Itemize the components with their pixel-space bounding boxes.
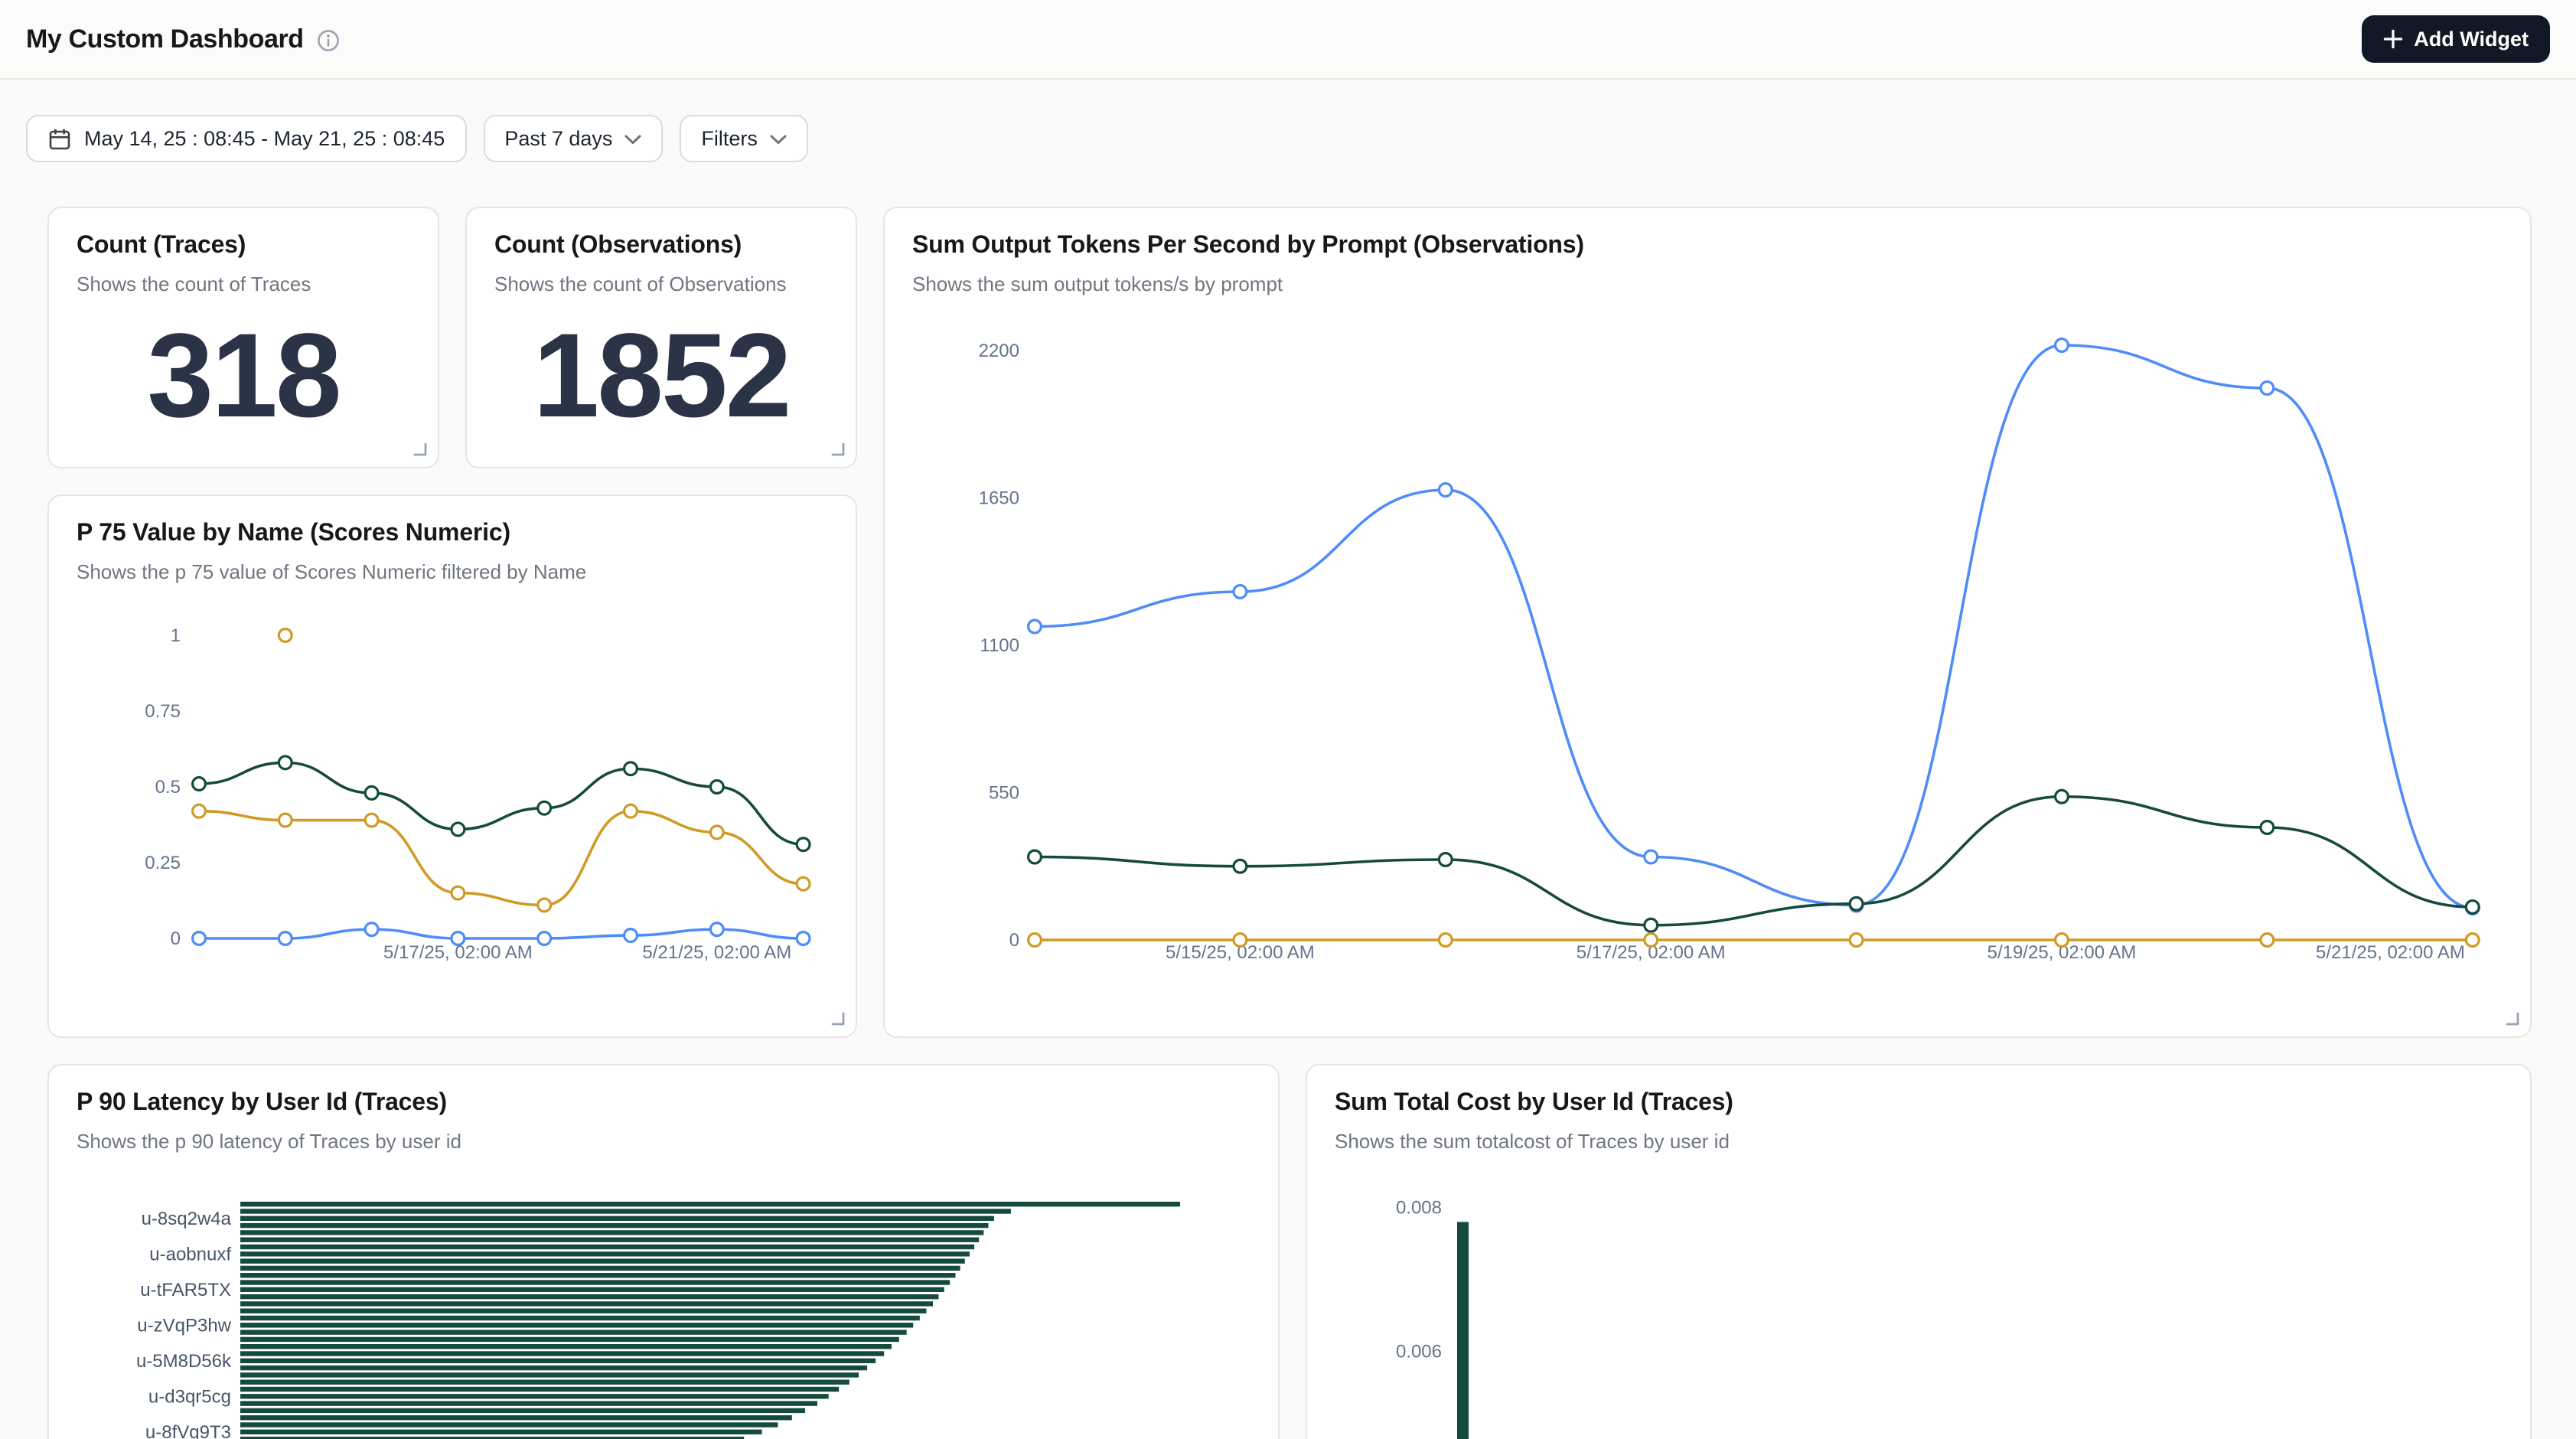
widget-count-observations: Count (Observations) Shows the count of … — [465, 207, 857, 468]
info-icon[interactable] — [318, 29, 341, 52]
widget-title: Count (Observations) — [494, 233, 828, 260]
date-preset-label: Past 7 days — [504, 127, 612, 150]
widget-count-traces: Count (Traces) Shows the count of Traces… — [47, 207, 439, 468]
svg-text:0.008: 0.008 — [1396, 1198, 1442, 1219]
header: My Custom Dashboard Add Widget — [0, 0, 2576, 80]
toolbar: May 14, 25 : 08:45 - May 21, 25 : 08:45 … — [26, 115, 2550, 162]
chevron-down-icon — [770, 135, 787, 145]
widget-subtitle: Shows the count of Observations — [494, 272, 828, 295]
svg-text:5/21/25, 02:00 AM: 5/21/25, 02:00 AM — [2316, 942, 2465, 963]
widget-title: Count (Traces) — [77, 233, 410, 260]
widget-subtitle: Shows the p 75 value of Scores Numeric f… — [77, 560, 828, 583]
svg-text:1100: 1100 — [980, 635, 1019, 656]
resize-handle-icon[interactable] — [2506, 1012, 2519, 1026]
widgets-row-2: u-8sq2w4a u-aobnuxf u-tFAR5TX u-zVqP3hw u-5M… — [47, 1064, 2532, 1439]
chevron-down-icon — [624, 135, 641, 145]
title-wrap: My Custom Dashboard — [26, 24, 341, 54]
widget-p75-scores: 00.250.50.7515/17/25, 02:00 AM5/21/25, 0… — [47, 494, 857, 1038]
widget-title: Sum Total Cost by User Id (Traces) — [1335, 1090, 2503, 1118]
svg-text:1650: 1650 — [979, 488, 1019, 509]
svg-text:0.25: 0.25 — [145, 853, 181, 873]
svg-text:0.5: 0.5 — [155, 777, 181, 798]
tokens-line-chart[interactable]: 05501100165022005/15/25, 02:00 AM5/17/25… — [885, 208, 2530, 1036]
date-preset-dropdown[interactable]: Past 7 days — [483, 115, 663, 162]
svg-text:0: 0 — [1009, 930, 1019, 951]
date-range-label: May 14, 25 : 08:45 - May 21, 25 : 08:45 — [84, 127, 445, 150]
svg-text:u-8sq2w4a: u-8sq2w4a — [142, 1209, 232, 1229]
dashboard-page: My Custom Dashboard Add Widget — [0, 0, 2576, 1439]
widget-title: Sum Output Tokens Per Second by Prompt (… — [912, 233, 2503, 260]
svg-text:550: 550 — [989, 783, 1019, 804]
widget-subtitle: Shows the sum totalcost of Traces by use… — [1335, 1130, 2503, 1153]
widgets-grid: Count (Traces) Shows the count of Traces… — [47, 207, 2532, 1439]
metric-value: 1852 — [533, 315, 789, 435]
svg-text:u-8fVq9T3: u-8fVq9T3 — [145, 1422, 231, 1439]
metric-value: 318 — [147, 315, 339, 435]
plus-icon — [2383, 29, 2403, 49]
svg-text:u-zVqP3hw: u-zVqP3hw — [137, 1315, 231, 1336]
svg-text:2200: 2200 — [979, 341, 1019, 361]
resize-handle-icon[interactable] — [831, 1012, 845, 1026]
svg-text:0.75: 0.75 — [145, 701, 181, 722]
widgets-left-column: Count (Traces) Shows the count of Traces… — [47, 207, 857, 1038]
widget-p90-latency: u-8sq2w4a u-aobnuxf u-tFAR5TX u-zVqP3hw u-5M… — [47, 1064, 1280, 1439]
svg-text:u-tFAR5TX: u-tFAR5TX — [140, 1280, 231, 1300]
svg-text:u-aobnuxf: u-aobnuxf — [149, 1244, 231, 1264]
resize-handle-icon[interactable] — [831, 442, 845, 456]
filters-label: Filters — [701, 127, 758, 150]
date-range-button[interactable]: May 14, 25 : 08:45 - May 21, 25 : 08:45 — [26, 115, 466, 162]
widget-subtitle: Shows the sum output tokens/s by prompt — [912, 272, 2503, 295]
widget-title: P 75 Value by Name (Scores Numeric) — [77, 520, 828, 548]
resize-handle-icon[interactable] — [413, 442, 427, 456]
svg-text:u-5M8D56k: u-5M8D56k — [136, 1351, 232, 1372]
svg-text:5/21/25, 02:00 AM: 5/21/25, 02:00 AM — [642, 942, 791, 963]
widget-subtitle: Shows the p 90 latency of Traces by user… — [77, 1130, 1251, 1153]
widget-total-cost: 0.008 0.006 Sum Total Cost by User Id (Tr… — [1306, 1064, 2532, 1439]
calendar-icon — [47, 126, 72, 151]
add-widget-button[interactable]: Add Widget — [2362, 15, 2550, 63]
svg-text:0: 0 — [171, 928, 181, 949]
widget-title: P 90 Latency by User Id (Traces) — [77, 1090, 1251, 1118]
metric-wrap: 1852 — [467, 295, 856, 467]
widget-subtitle: Shows the count of Traces — [77, 272, 410, 295]
svg-text:0.006: 0.006 — [1396, 1342, 1442, 1362]
widgets-row-1: Count (Traces) Shows the count of Traces… — [47, 207, 2532, 1038]
add-widget-label: Add Widget — [2414, 28, 2529, 51]
svg-text:u-d3qr5cg: u-d3qr5cg — [148, 1386, 231, 1407]
count-cards-row: Count (Traces) Shows the count of Traces… — [47, 207, 857, 468]
widget-output-tokens: 05501100165022005/15/25, 02:00 AM5/17/25… — [883, 207, 2532, 1038]
filters-dropdown[interactable]: Filters — [680, 115, 808, 162]
metric-wrap: 318 — [49, 295, 438, 467]
svg-text:1: 1 — [171, 625, 181, 646]
page-title: My Custom Dashboard — [26, 24, 304, 54]
